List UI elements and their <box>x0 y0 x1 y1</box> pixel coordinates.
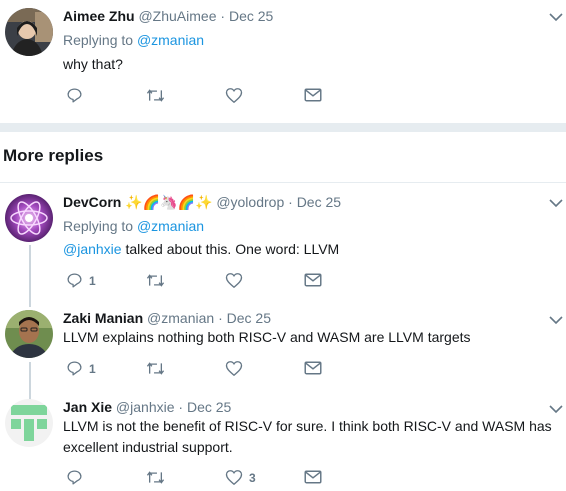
replying-label: Replying to <box>63 218 134 234</box>
message-button[interactable] <box>304 272 322 288</box>
reply-button[interactable]: 1 <box>66 360 96 377</box>
like-icon <box>225 470 243 485</box>
tweet-text: LLVM explains nothing both RISC-V and WA… <box>63 329 471 345</box>
separator-dot: · <box>218 310 223 326</box>
chevron-down-icon[interactable] <box>549 198 563 208</box>
replying-to-link[interactable]: @zmanian <box>137 32 204 48</box>
like-button[interactable]: 3 <box>225 469 256 486</box>
message-icon <box>304 470 322 484</box>
message-button[interactable] <box>304 469 322 485</box>
tweet-actions <box>66 87 326 107</box>
tweet-zaki[interactable]: Zaki Manian @zmanian · Dec 25 LLVM expla… <box>0 303 566 391</box>
chevron-down-icon[interactable] <box>549 315 563 325</box>
tweet-aimee[interactable]: Aimee Zhu @ZhuAimee · Dec 25 Replying to… <box>0 0 566 126</box>
reply-icon <box>67 470 82 485</box>
author-handle[interactable]: @ZhuAimee <box>138 8 216 24</box>
message-icon <box>304 361 322 375</box>
tweet-actions: 1 <box>66 272 326 292</box>
tweet-actions: 3 <box>66 469 326 489</box>
author-handle[interactable]: @yolodrop <box>216 194 284 210</box>
tweet-text: LLVM is not the benefit of RISC-V for su… <box>63 418 552 455</box>
author-name[interactable]: Zaki Manian <box>63 310 143 326</box>
like-button[interactable] <box>225 87 249 104</box>
retweet-icon <box>146 89 165 102</box>
timestamp[interactable]: Dec 25 <box>229 8 273 24</box>
message-button[interactable] <box>304 360 322 376</box>
reply-button[interactable] <box>66 469 89 486</box>
author-name[interactable]: DevCorn <box>63 194 121 210</box>
message-icon <box>304 88 322 102</box>
like-button[interactable] <box>225 360 249 377</box>
reply-count: 1 <box>89 361 96 376</box>
timestamp[interactable]: Dec 25 <box>227 310 271 326</box>
reply-button[interactable]: 1 <box>66 272 96 289</box>
avatar[interactable] <box>5 310 53 358</box>
author-handle[interactable]: @janhxie <box>116 399 175 415</box>
reply-icon <box>67 88 82 103</box>
tweet-devcorn[interactable]: DevCorn ✨🌈🦄🌈✨ @yolodrop · Dec 25 Replyin… <box>0 183 566 303</box>
replying-label: Replying to <box>63 32 134 48</box>
reply-icon <box>67 273 82 288</box>
retweet-button[interactable] <box>146 272 171 289</box>
reply-button[interactable] <box>66 87 89 104</box>
author-name[interactable]: Jan Xie <box>63 399 112 415</box>
like-icon <box>225 273 243 288</box>
mention-link[interactable]: @janhxie <box>63 241 122 257</box>
message-button[interactable] <box>304 87 322 103</box>
avatar[interactable] <box>5 8 53 56</box>
avatar[interactable] <box>5 399 53 447</box>
avatar[interactable] <box>5 194 53 242</box>
separator-dot: · <box>288 194 293 210</box>
like-button[interactable] <box>225 272 249 289</box>
timestamp[interactable]: Dec 25 <box>187 399 231 415</box>
retweet-button[interactable] <box>146 469 171 486</box>
retweet-button[interactable] <box>146 87 171 104</box>
reply-icon <box>67 361 82 376</box>
timestamp[interactable]: Dec 25 <box>297 194 341 210</box>
retweet-icon <box>146 471 165 484</box>
retweet-icon <box>146 274 165 287</box>
tweet-actions: 1 <box>66 360 326 380</box>
tweet-text-rest: talked about this. One word: LLVM <box>121 241 340 257</box>
section-divider <box>0 123 566 132</box>
chevron-down-icon[interactable] <box>549 404 563 414</box>
retweet-icon <box>146 362 165 375</box>
message-icon <box>304 273 322 287</box>
author-handle[interactable]: @zmanian <box>147 310 214 326</box>
chevron-down-icon[interactable] <box>549 12 563 22</box>
like-count: 3 <box>249 470 256 485</box>
tweet-janxie[interactable]: Jan Xie @janhxie · Dec 25 LLVM is not th… <box>0 391 566 491</box>
name-emoji: ✨🌈🦄🌈✨ <box>125 194 213 210</box>
separator-dot: · <box>178 399 184 415</box>
tweet-text: @janhxie talked about this. One word: LL… <box>63 239 339 260</box>
tweet-text: why that? <box>63 56 123 72</box>
section-title: More replies <box>3 146 104 165</box>
reply-count: 1 <box>89 273 96 288</box>
separator-dot: · <box>220 8 226 24</box>
like-icon <box>225 361 243 376</box>
like-icon <box>225 88 243 103</box>
replying-to-link[interactable]: @zmanian <box>137 218 204 234</box>
retweet-button[interactable] <box>146 360 171 377</box>
author-name[interactable]: Aimee Zhu <box>63 8 135 24</box>
